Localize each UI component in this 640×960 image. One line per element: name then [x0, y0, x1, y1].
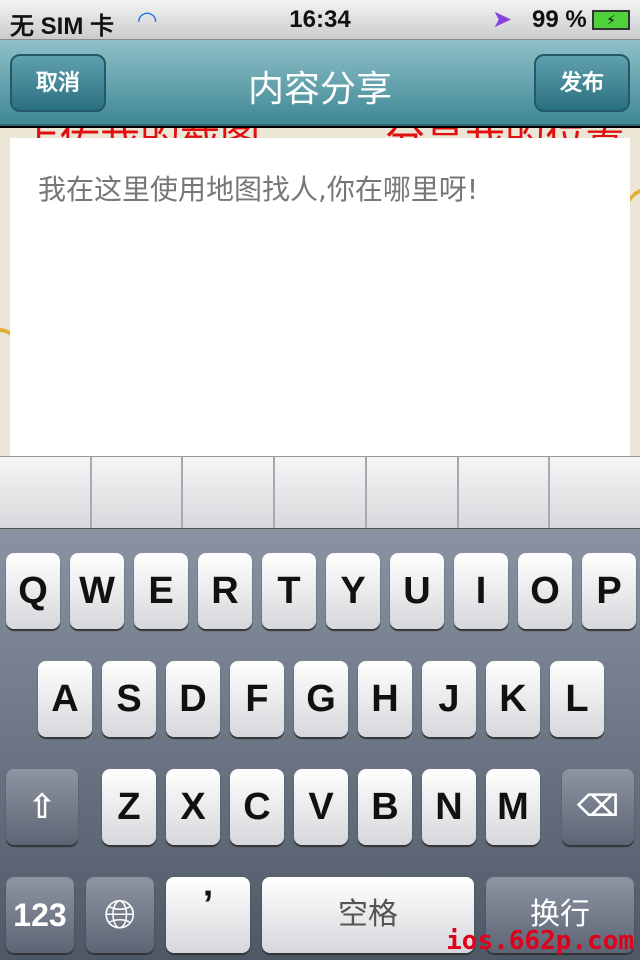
key-i[interactable]: I	[454, 553, 508, 629]
candidate-slot[interactable]	[275, 457, 367, 528]
key-g[interactable]: G	[294, 661, 348, 737]
key-o[interactable]: O	[518, 553, 572, 629]
candidate-bar	[0, 456, 640, 528]
candidate-slot[interactable]	[0, 457, 92, 528]
keyboard: QWERTYUIOPASDFGHJKLZXCVBNM ⇧ ⌫ 123 🌐︎ ’ …	[0, 528, 640, 960]
location-arrow-icon: ➤	[492, 6, 513, 33]
key-c[interactable]: C	[230, 769, 284, 845]
key-y[interactable]: Y	[326, 553, 380, 629]
key-j[interactable]: J	[422, 661, 476, 737]
navigation-bar: 取消 内容分享 发布	[0, 40, 640, 126]
key-a[interactable]: A	[38, 661, 92, 737]
candidate-slot[interactable]	[92, 457, 184, 528]
key-v[interactable]: V	[294, 769, 348, 845]
publish-button[interactable]: 发布	[534, 54, 630, 112]
key-q[interactable]: Q	[6, 553, 60, 629]
key-m[interactable]: M	[486, 769, 540, 845]
key-w[interactable]: W	[70, 553, 124, 629]
battery-charging-icon: ⚡	[592, 10, 630, 30]
key-s[interactable]: S	[102, 661, 156, 737]
key-p[interactable]: P	[582, 553, 636, 629]
space-key[interactable]: 空格	[262, 877, 474, 953]
candidate-slot[interactable]	[183, 457, 276, 528]
watermark: ios.662p.com	[446, 926, 634, 956]
key-z[interactable]: Z	[102, 769, 156, 845]
comma-key[interactable]: ’	[166, 877, 250, 953]
candidate-slot[interactable]	[459, 457, 551, 528]
key-e[interactable]: E	[134, 553, 188, 629]
candidate-slot[interactable]	[367, 457, 459, 528]
key-r[interactable]: R	[198, 553, 252, 629]
key-t[interactable]: T	[262, 553, 316, 629]
key-h[interactable]: H	[358, 661, 412, 737]
key-n[interactable]: N	[422, 769, 476, 845]
battery-percent: 99 %	[532, 6, 587, 33]
key-d[interactable]: D	[166, 661, 220, 737]
key-l[interactable]: L	[550, 661, 604, 737]
globe-icon[interactable]: 🌐︎	[86, 877, 154, 953]
share-text-input[interactable]: 我在这里使用地图找人,你在哪里呀!	[10, 138, 630, 456]
delete-icon[interactable]: ⌫	[562, 769, 634, 845]
key-k[interactable]: K	[486, 661, 540, 737]
shift-icon[interactable]: ⇧	[6, 769, 78, 845]
key-b[interactable]: B	[358, 769, 412, 845]
key-f[interactable]: F	[230, 661, 284, 737]
numbers-key[interactable]: 123	[6, 877, 74, 953]
key-u[interactable]: U	[390, 553, 444, 629]
candidate-slot[interactable]	[550, 457, 640, 528]
status-bar: 无 SIM 卡 ◠ 16:34 ➤ 99 % ⚡	[0, 0, 640, 40]
key-x[interactable]: X	[166, 769, 220, 845]
